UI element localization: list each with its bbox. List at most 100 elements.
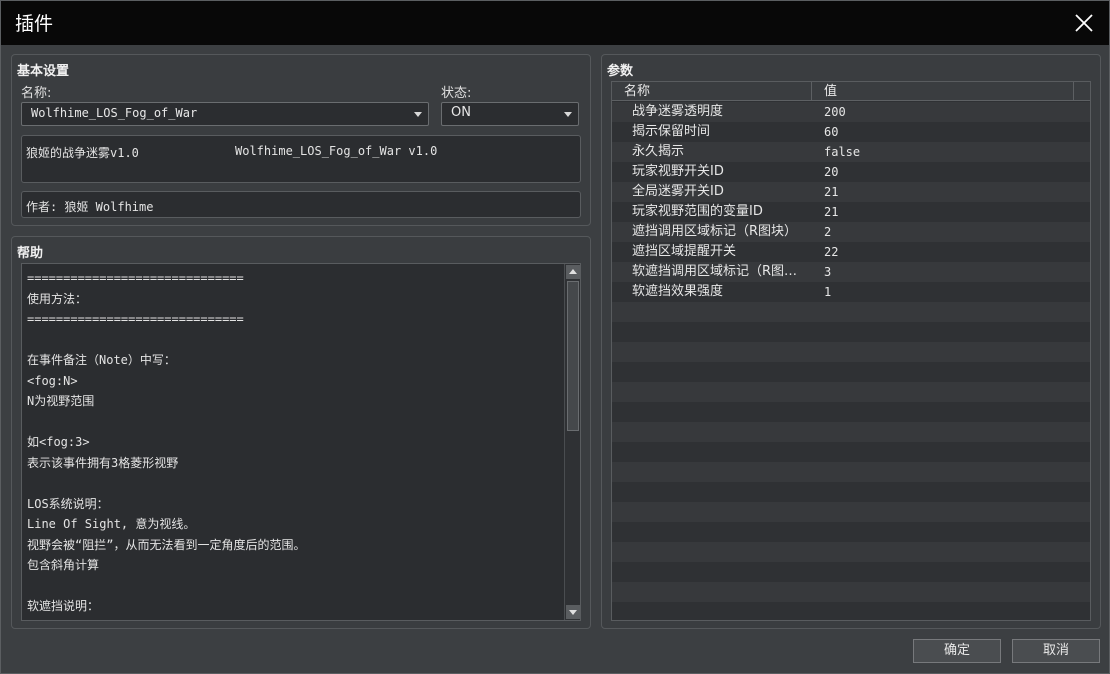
scroll-up-button[interactable] (566, 265, 580, 279)
help-line (27, 330, 557, 351)
help-textarea[interactable]: ============================== 使用方法： =====… (21, 263, 581, 621)
empty-table-row[interactable] (612, 582, 1090, 602)
param-value: 2 (824, 225, 832, 239)
description-version: Wolfhime_LOS_Fog_of_War v1.0 (235, 144, 438, 158)
parameters-group: 参数 名称 值 战争迷雾透明度 200 揭示保留时间 60 永久揭示 false 玩家视野开… (601, 54, 1101, 629)
param-name: 遮挡区域提醒开关 (632, 244, 737, 259)
table-row[interactable]: 软遮挡调用区域标记（R图… 3 (612, 262, 1090, 282)
author-text: 作者: 狼姬 Wolfhime (26, 200, 154, 214)
param-name: 软遮挡调用区域标记（R图… (632, 264, 798, 279)
empty-table-row[interactable] (612, 342, 1090, 362)
basic-settings-group: 基本设置 名称: 状态: Wolfhime_LOS_Fog_of_War ON … (11, 54, 591, 226)
parameters-table[interactable]: 名称 值 战争迷雾透明度 200 揭示保留时间 60 永久揭示 false 玩家视野开关ID… (611, 81, 1091, 621)
empty-table-row[interactable] (612, 462, 1090, 482)
empty-table-row[interactable] (612, 362, 1090, 382)
table-row[interactable]: 遮挡区域提醒开关 22 (612, 242, 1090, 262)
table-row[interactable]: 软遮挡效果强度 1 (612, 282, 1090, 302)
help-line: 软遮挡说明： (27, 599, 100, 613)
title-bar: 插件 (1, 1, 1109, 45)
help-line: 使用方法： (27, 291, 88, 306)
plugin-dialog: 插件 基本设置 名称: 状态: Wolfhime_LOS_Fog_of_War … (0, 0, 1110, 674)
param-value: 21 (824, 205, 839, 219)
empty-table-row[interactable] (612, 482, 1090, 502)
empty-table-row[interactable] (612, 302, 1090, 322)
column-header-value[interactable]: 值 (812, 82, 1074, 101)
scroll-thumb[interactable] (567, 281, 579, 431)
close-button[interactable] (1073, 12, 1095, 34)
help-scrollbar[interactable] (564, 264, 580, 620)
param-value: 22 (824, 245, 839, 259)
help-line: 如<fog:3> (27, 435, 90, 449)
table-row[interactable]: 战争迷雾透明度 200 (612, 102, 1090, 122)
param-name: 软遮挡效果强度 (632, 284, 724, 299)
parameters-title: 参数 (607, 64, 634, 79)
param-value: 200 (824, 105, 846, 119)
empty-table-row[interactable] (612, 502, 1090, 522)
chevron-down-icon (414, 112, 422, 117)
description-text: 狼姬的战争迷雾v1.0 (26, 146, 139, 160)
help-line (27, 473, 557, 494)
param-value: 60 (824, 125, 839, 139)
help-line: N为视野范围 (27, 394, 95, 408)
help-text: ============================== 使用方法： =====… (27, 268, 557, 617)
description-field[interactable]: 狼姬的战争迷雾v1.0 Wolfhime_LOS_Fog_of_War v1.0 (21, 135, 581, 183)
plugin-name-value: Wolfhime_LOS_Fog_of_War (31, 106, 198, 120)
help-line (27, 576, 557, 597)
arrow-down-icon (569, 610, 577, 615)
chevron-down-icon (564, 112, 572, 117)
status-label: 状态: (441, 86, 472, 101)
help-line: <fog:N> (27, 373, 78, 388)
empty-table-row[interactable] (612, 602, 1090, 620)
table-row[interactable]: 遮挡调用区域标记（R图块） 2 (612, 222, 1090, 242)
help-line: LOS系统说明： (27, 496, 109, 511)
empty-table-row[interactable] (612, 382, 1090, 402)
empty-table-row[interactable] (612, 442, 1090, 462)
scroll-down-button[interactable] (566, 605, 580, 619)
help-title: 帮助 (17, 246, 44, 261)
help-line: Line Of Sight, 意为视线。 (27, 517, 196, 531)
help-group: 帮助 ============================== 使用方法： ==… (11, 236, 591, 629)
name-label: 名称: (21, 86, 52, 101)
author-field[interactable]: 作者: 狼姬 Wolfhime (21, 191, 581, 218)
empty-table-row[interactable] (612, 562, 1090, 582)
param-value: false (824, 145, 861, 159)
help-line: 在事件备注（Note）中写： (27, 353, 176, 367)
empty-table-row[interactable] (612, 522, 1090, 542)
table-header: 名称 值 (612, 82, 1090, 101)
arrow-up-icon (569, 269, 577, 274)
param-name: 玩家视野开关ID (632, 164, 724, 179)
table-row[interactable]: 玩家视野范围的变量ID 21 (612, 202, 1090, 222)
param-value: 21 (824, 185, 839, 199)
help-line: 视野会被“阻拦”，从而无法看到一定角度后的范围。 (27, 537, 306, 552)
help-line: ============================== (27, 271, 244, 285)
param-name: 揭示保留时间 (632, 124, 711, 139)
param-value: 20 (824, 165, 839, 179)
param-value: 1 (824, 285, 832, 299)
cancel-button[interactable]: 取消 (1012, 639, 1100, 663)
help-line (27, 412, 557, 433)
param-name: 永久揭示 (632, 144, 685, 159)
table-row[interactable]: 揭示保留时间 60 (612, 122, 1090, 142)
empty-table-row[interactable] (612, 422, 1090, 442)
close-icon (1075, 14, 1093, 32)
param-value: 3 (824, 265, 832, 279)
empty-table-row[interactable] (612, 322, 1090, 342)
help-line: ============================== (27, 312, 244, 326)
table-row[interactable]: 永久揭示 false (612, 142, 1090, 162)
status-value: ON (451, 105, 471, 120)
basic-settings-title: 基本设置 (17, 64, 70, 79)
status-select[interactable]: ON (441, 102, 579, 126)
plugin-name-select[interactable]: Wolfhime_LOS_Fog_of_War (21, 102, 429, 126)
window-title: 插件 (15, 13, 54, 35)
param-name: 全局迷雾开关ID (632, 184, 724, 199)
column-header-name[interactable]: 名称 (612, 82, 812, 101)
param-name: 遮挡调用区域标记（R图块） (632, 224, 798, 239)
help-line: 包含斜角计算 (27, 558, 100, 572)
table-row[interactable]: 玩家视野开关ID 20 (612, 162, 1090, 182)
param-name: 玩家视野范围的变量ID (632, 204, 763, 219)
param-name: 战争迷雾透明度 (632, 104, 724, 119)
empty-table-row[interactable] (612, 402, 1090, 422)
empty-table-row[interactable] (612, 542, 1090, 562)
table-row[interactable]: 全局迷雾开关ID 21 (612, 182, 1090, 202)
ok-button[interactable]: 确定 (913, 639, 1001, 663)
